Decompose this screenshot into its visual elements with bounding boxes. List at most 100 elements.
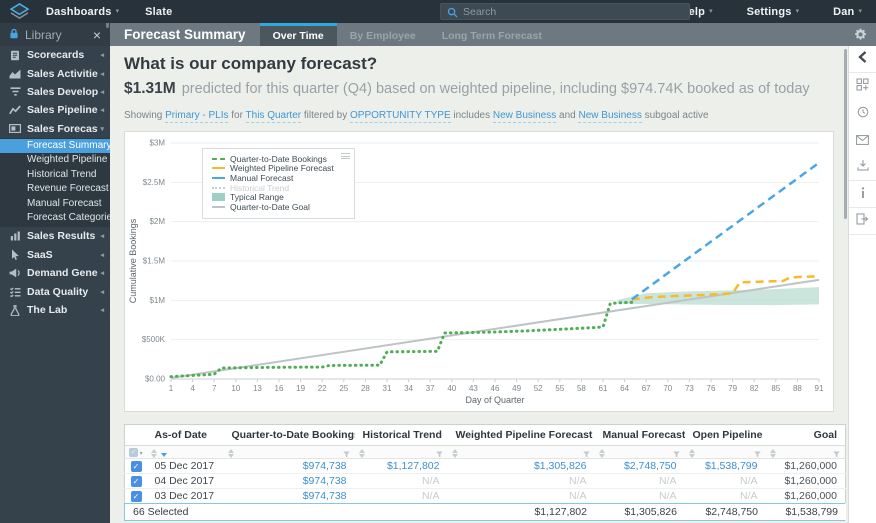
x-tick-label: 73 [685,384,694,393]
sidebar-item-sales-activities[interactable]: Sales Activities ◂ [0,64,110,82]
legend-label: Weighted Pipeline Forecast [230,163,334,174]
rail-button-info[interactable] [849,181,876,208]
sort-control-weighted-pipeline-forecast[interactable] [451,448,458,458]
column-header-quarter-to-date-bookings[interactable]: Quarter-to-Date Bookings [223,424,355,446]
sidebar-item-manual-forecast[interactable]: Manual Forecast [0,197,110,211]
row-checkbox[interactable]: ✓ [130,490,142,502]
filter-funnel-icon[interactable] [672,449,680,458]
column-header-manual-forecast[interactable]: Manual Forecast [594,424,685,446]
typical-range-band [617,287,819,306]
user-menu-label: Dan [833,5,855,18]
sidebar-item-forecast-categories[interactable]: Forecast Categories [0,211,110,225]
select-all-checkbox[interactable]: ✓ [129,447,138,457]
filter-link-opportunity-type[interactable]: OPPORTUNITY TYPE [350,110,451,123]
sidebar-item-forecast-summary[interactable]: Forecast Summary [0,138,110,154]
legend-item-historical-trend[interactable]: Historical Trend [212,183,334,193]
sidebar-item-demand-generation[interactable]: Demand Generation◂ [0,264,110,282]
sidebar-item-sales-forecast[interactable]: Sales Forecast ▾ [0,120,110,138]
cell-quarter-to-date-bookings[interactable]: $974,738 [223,488,355,504]
filter-link-new-business[interactable]: New Business [492,110,557,123]
sidebar-item-sales-results[interactable]: Sales Results ◂ [0,227,110,245]
sort-control-quarter-to-date-bookings[interactable] [227,448,234,458]
chevron-left-icon: ◂ [100,70,104,78]
column-header-as-of-date[interactable]: As-of Date [146,424,224,446]
row-checkbox[interactable]: ✓ [130,475,142,487]
legend-item-weighted-pipeline-forecast[interactable]: Weighted Pipeline Forecast [212,163,334,174]
sidebar-item-sales-pipeline[interactable]: Sales Pipeline ◂ [0,101,110,119]
sidebar-item-revenue-forecast[interactable]: Revenue Forecast [0,182,110,196]
column-header-weighted-pipeline-forecast[interactable]: Weighted Pipeline Forecast [447,424,595,446]
filter-funnel-icon[interactable] [582,449,590,458]
x-tick-label: 79 [728,384,737,393]
rail-button-email[interactable] [849,127,876,154]
column-header-goal[interactable]: Goal [765,424,846,446]
legend-item-typical-range[interactable]: Typical Range [212,192,334,202]
filter-funnel-icon[interactable] [435,449,443,458]
rail-button-add-widget[interactable] [849,73,876,100]
sidebar-item-the-lab[interactable]: The Lab ◂ [0,301,110,319]
legend-menu-icon[interactable] [340,153,350,161]
y-tick-label: $1.5M [143,257,166,266]
rail-button-download[interactable] [849,154,876,181]
dashboards-menu[interactable]: Dashboards ▾ [46,6,119,18]
filter-funnel-icon[interactable] [753,449,761,458]
sidebar-item-saas[interactable]: SaaS ◂ [0,246,110,264]
legend-item-manual-forecast[interactable]: Manual Forecast [212,173,334,183]
rail-button-export[interactable] [849,208,876,235]
sort-control-goal[interactable] [769,448,776,458]
chevron-down-icon[interactable]: ▾ [138,451,143,457]
sidebar-item-historical-trend[interactable]: Historical Trend [0,168,110,182]
settings-menu[interactable]: Settings ▾ [747,6,800,18]
column-header-open-pipeline[interactable]: Open Pipeline [684,424,766,446]
sidebar-item-data-quality[interactable]: Data Quality ◂ [0,282,110,300]
x-tick-label: 58 [577,384,586,393]
sort-control-open-pipeline[interactable] [688,448,695,458]
main-scrollbar[interactable] [843,49,847,219]
filter-link-primary-plis[interactable]: Primary - PLIs [165,110,229,123]
sidebar-item-weighted-pipeline[interactable]: Weighted Pipeline [0,153,110,167]
cell-goal: $1,260,000 [765,488,846,504]
page-header: Forecast Summary Over Time By Employee Lon… [110,23,876,46]
x-tick-label: 61 [599,384,608,393]
filter-link-new-business[interactable]: New Business [578,110,642,123]
forecast-table: As-of Date Quarter-to-Date Bookings Histor… [124,424,846,504]
chevron-left-icon: ◂ [100,251,104,259]
active-sort-desc-icon [160,451,167,458]
dashboard-settings-button[interactable] [854,28,876,41]
filter-funnel-icon[interactable] [833,449,840,458]
cell-quarter-to-date-bookings[interactable]: $974,738 [223,473,355,489]
cell-quarter-to-date-bookings[interactable]: $974,738 [223,458,355,474]
search-box [440,3,690,20]
close-icon[interactable]: × [93,28,101,42]
tab-long-term-forecast[interactable]: Long Term Forecast [429,23,555,46]
x-tick-label: 55 [555,384,564,393]
tab-over-time[interactable]: Over Time [259,23,337,46]
sort-control-manual-forecast[interactable] [598,448,605,458]
legend-item-quarter-to-date-goal[interactable]: Quarter-to-Date Goal [212,202,334,212]
sidebar-item-scorecards[interactable]: Scorecards ◂ [0,46,110,64]
filter-link-this-quarter[interactable]: This Quarter [245,110,302,123]
table-filter-row: ✓ ▾ [124,445,846,459]
row-checkbox[interactable]: ✓ [130,460,142,472]
sort-control-historical-trend[interactable] [358,448,365,458]
cell-historical-trend[interactable]: $1,127,802 [354,458,448,474]
cell-weighted-pipeline-forecast[interactable]: $1,305,826 [447,458,595,474]
filter-funnel-icon[interactable] [342,449,350,458]
rail-button-history[interactable] [849,100,876,127]
line-chart-icon [7,105,23,115]
cell-open-pipeline[interactable]: $1,538,799 [684,458,766,474]
sort-control-as-of-date[interactable] [150,448,157,458]
rail-button-collapse-panel-chevron[interactable] [849,46,876,73]
page-title: Forecast Summary [124,27,246,42]
user-menu[interactable]: Dan ▾ [833,6,862,18]
search-input[interactable] [463,4,683,19]
sidebar-item-label: SaaS [27,248,53,261]
y-tick-label: $3M [149,139,165,148]
legend-item-quarter-to-date-bookings[interactable]: Quarter-to-Date Bookings [212,154,334,164]
slate-menu[interactable]: Slate [145,6,172,18]
column-header-historical-trend[interactable]: Historical Trend [354,424,448,446]
sidebar-item-sales-development[interactable]: Sales Development◂ [0,83,110,101]
tab-by-employee[interactable]: By Employee [337,23,429,46]
cell-manual-forecast[interactable]: $2,748,750 [594,458,685,474]
chevron-left-icon: ◂ [100,88,104,96]
